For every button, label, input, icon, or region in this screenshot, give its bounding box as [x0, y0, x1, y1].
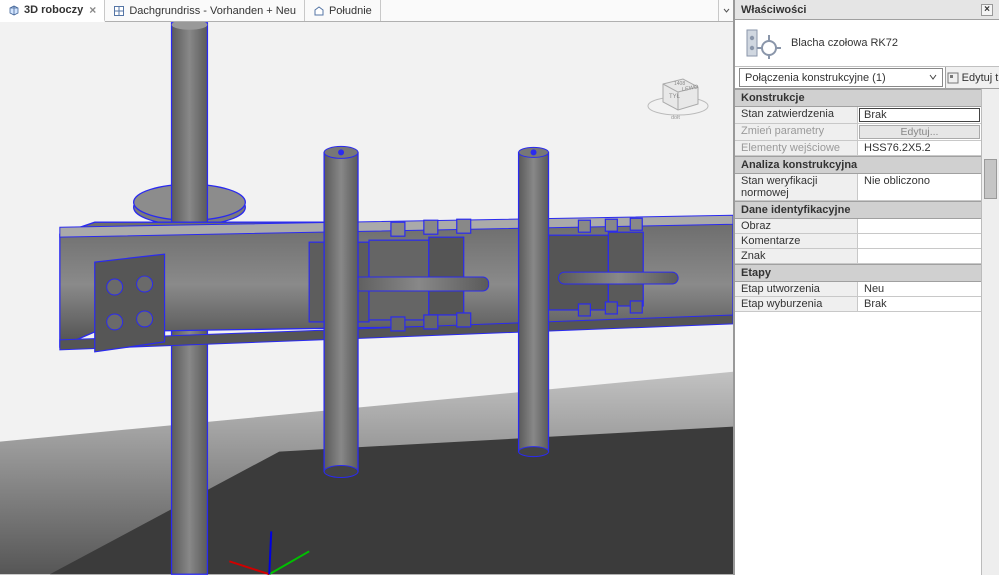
row-elementy-wejsciowe: Elementy wejściowe HSS76.2X5.2 — [735, 141, 981, 156]
main-viewport-area: 3D roboczy × Dachgrundriss - Vorhanden +… — [0, 0, 734, 575]
scrollbar-thumb[interactable] — [984, 159, 997, 199]
row-zmien-parametry: Zmień parametry Edytuj... — [735, 124, 981, 141]
properties-grid: Konstrukcje Stan zatwierdzenia Brak Zmie… — [735, 89, 981, 575]
type-selector-text: Połączenia konstrukcyjne (1) — [745, 72, 886, 84]
group-dane-id[interactable]: Dane identyfikacyjne — [735, 201, 981, 219]
row-etap-wyburzenia: Etap wyburzenia Brak — [735, 297, 981, 312]
svg-text:TYŁ: TYŁ — [669, 94, 681, 100]
cube3d-icon — [8, 4, 20, 16]
tab-label: Południe — [329, 5, 372, 17]
group-etapy[interactable]: Etapy — [735, 264, 981, 282]
tab-overflow-button[interactable] — [718, 0, 733, 21]
tab-3d-roboczy[interactable]: 3D roboczy × — [0, 0, 105, 22]
properties-title-bar: Właściwości × — [735, 0, 999, 20]
row-znak: Znak — [735, 249, 981, 264]
viewport-3d[interactable]: TYŁ LEWO 1408 dołt — [0, 22, 733, 575]
chevron-down-icon — [929, 72, 937, 84]
tab-label: 3D roboczy — [24, 4, 83, 16]
row-stan-weryfikacji: Stan weryfikacji normowej Nie obliczono — [735, 174, 981, 201]
edit-type-button[interactable]: Edytuj t — [945, 67, 999, 88]
edit-type-label: Edytuj t — [962, 72, 999, 84]
family-name: Blacha czołowa RK72 — [791, 37, 898, 49]
close-icon[interactable]: × — [89, 3, 96, 17]
row-etap-utworzenia: Etap utworzenia Neu — [735, 282, 981, 297]
svg-text:1408: 1408 — [674, 81, 685, 87]
panel-close-icon[interactable]: × — [981, 4, 993, 16]
viewcube[interactable]: TYŁ LEWO 1408 dołt — [643, 62, 713, 122]
tab-label: Dachgrundriss - Vorhanden + Neu — [129, 5, 296, 17]
edit-icon — [947, 72, 959, 84]
elevation-icon — [313, 5, 325, 17]
svg-text:dołt: dołt — [671, 115, 680, 121]
tab-dachgrundriss[interactable]: Dachgrundriss - Vorhanden + Neu — [105, 0, 305, 21]
group-konstrukcje[interactable]: Konstrukcje — [735, 89, 981, 107]
row-obraz: Obraz — [735, 219, 981, 234]
connection-type-icon — [743, 26, 783, 60]
properties-panel: Właściwości × Blacha czołowa RK72 Połącz… — [734, 0, 999, 575]
family-selector[interactable]: Blacha czołowa RK72 — [735, 20, 999, 67]
view-tabs: 3D roboczy × Dachgrundriss - Vorhanden +… — [0, 0, 733, 22]
row-komentarze: Komentarze — [735, 234, 981, 249]
properties-scrollbar[interactable] — [981, 89, 999, 575]
group-analiza[interactable]: Analiza konstrukcyjna — [735, 156, 981, 174]
model-scene — [0, 22, 733, 575]
type-selector[interactable]: Połączenia konstrukcyjne (1) — [739, 68, 943, 87]
tab-poludnie[interactable]: Południe — [305, 0, 381, 21]
plan-icon — [113, 5, 125, 17]
row-stan-zatwierdzenia: Stan zatwierdzenia Brak — [735, 107, 981, 124]
properties-title: Właściwości — [741, 4, 806, 16]
